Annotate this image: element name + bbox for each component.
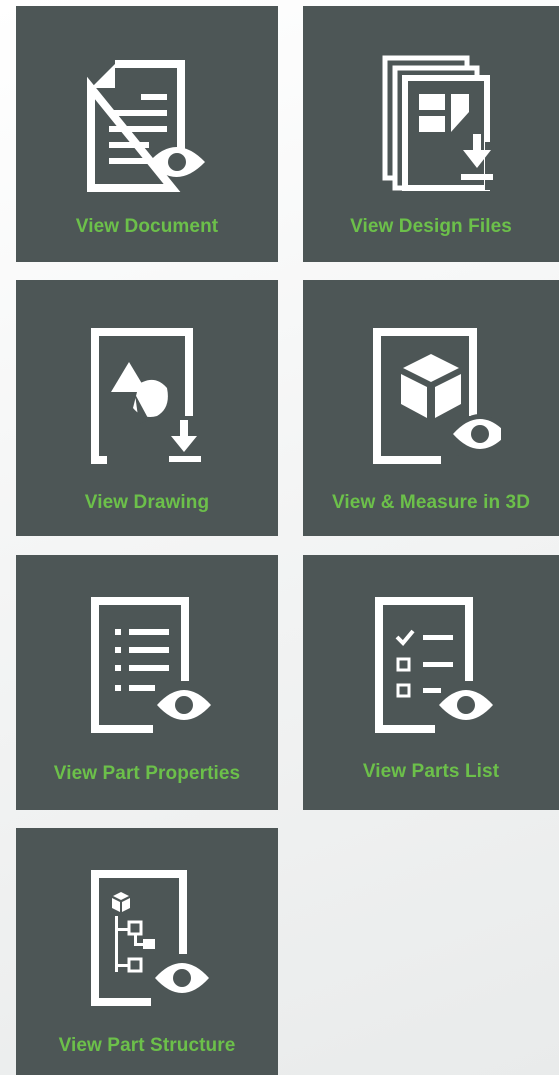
view-document-label: View Document (75, 216, 219, 237)
part-structure-view-icon (91, 870, 209, 1006)
view-part-structure-tile[interactable]: View Part Structure (16, 828, 278, 1075)
view-drawing-tile[interactable]: View Drawing (16, 280, 278, 536)
part-properties-view-icon (91, 597, 211, 733)
parts-list-view-icon (375, 597, 493, 733)
view-parts-list-label: View Parts List (362, 761, 500, 782)
view-measure-3d-tile[interactable]: View & Measure in 3D (303, 280, 559, 536)
view-part-structure-label: View Part Structure (58, 1035, 236, 1056)
view-design-files-tile[interactable]: View Design Files (303, 6, 559, 262)
view-document-tile[interactable]: View Document (16, 6, 278, 262)
view-drawing-label: View Drawing (84, 492, 210, 513)
view-part-properties-tile[interactable]: View Part Properties (16, 555, 278, 810)
drawing-download-icon (91, 328, 201, 464)
view-part-properties-label: View Part Properties (53, 763, 241, 784)
view-design-files-label: View Design Files (350, 216, 512, 237)
cube-3d-view-icon (373, 328, 501, 464)
document-view-icon (87, 60, 205, 192)
design-files-download-icon (382, 55, 499, 191)
view-parts-list-tile[interactable]: View Parts List (303, 555, 559, 810)
view-measure-3d-label: View & Measure in 3D (331, 492, 531, 513)
